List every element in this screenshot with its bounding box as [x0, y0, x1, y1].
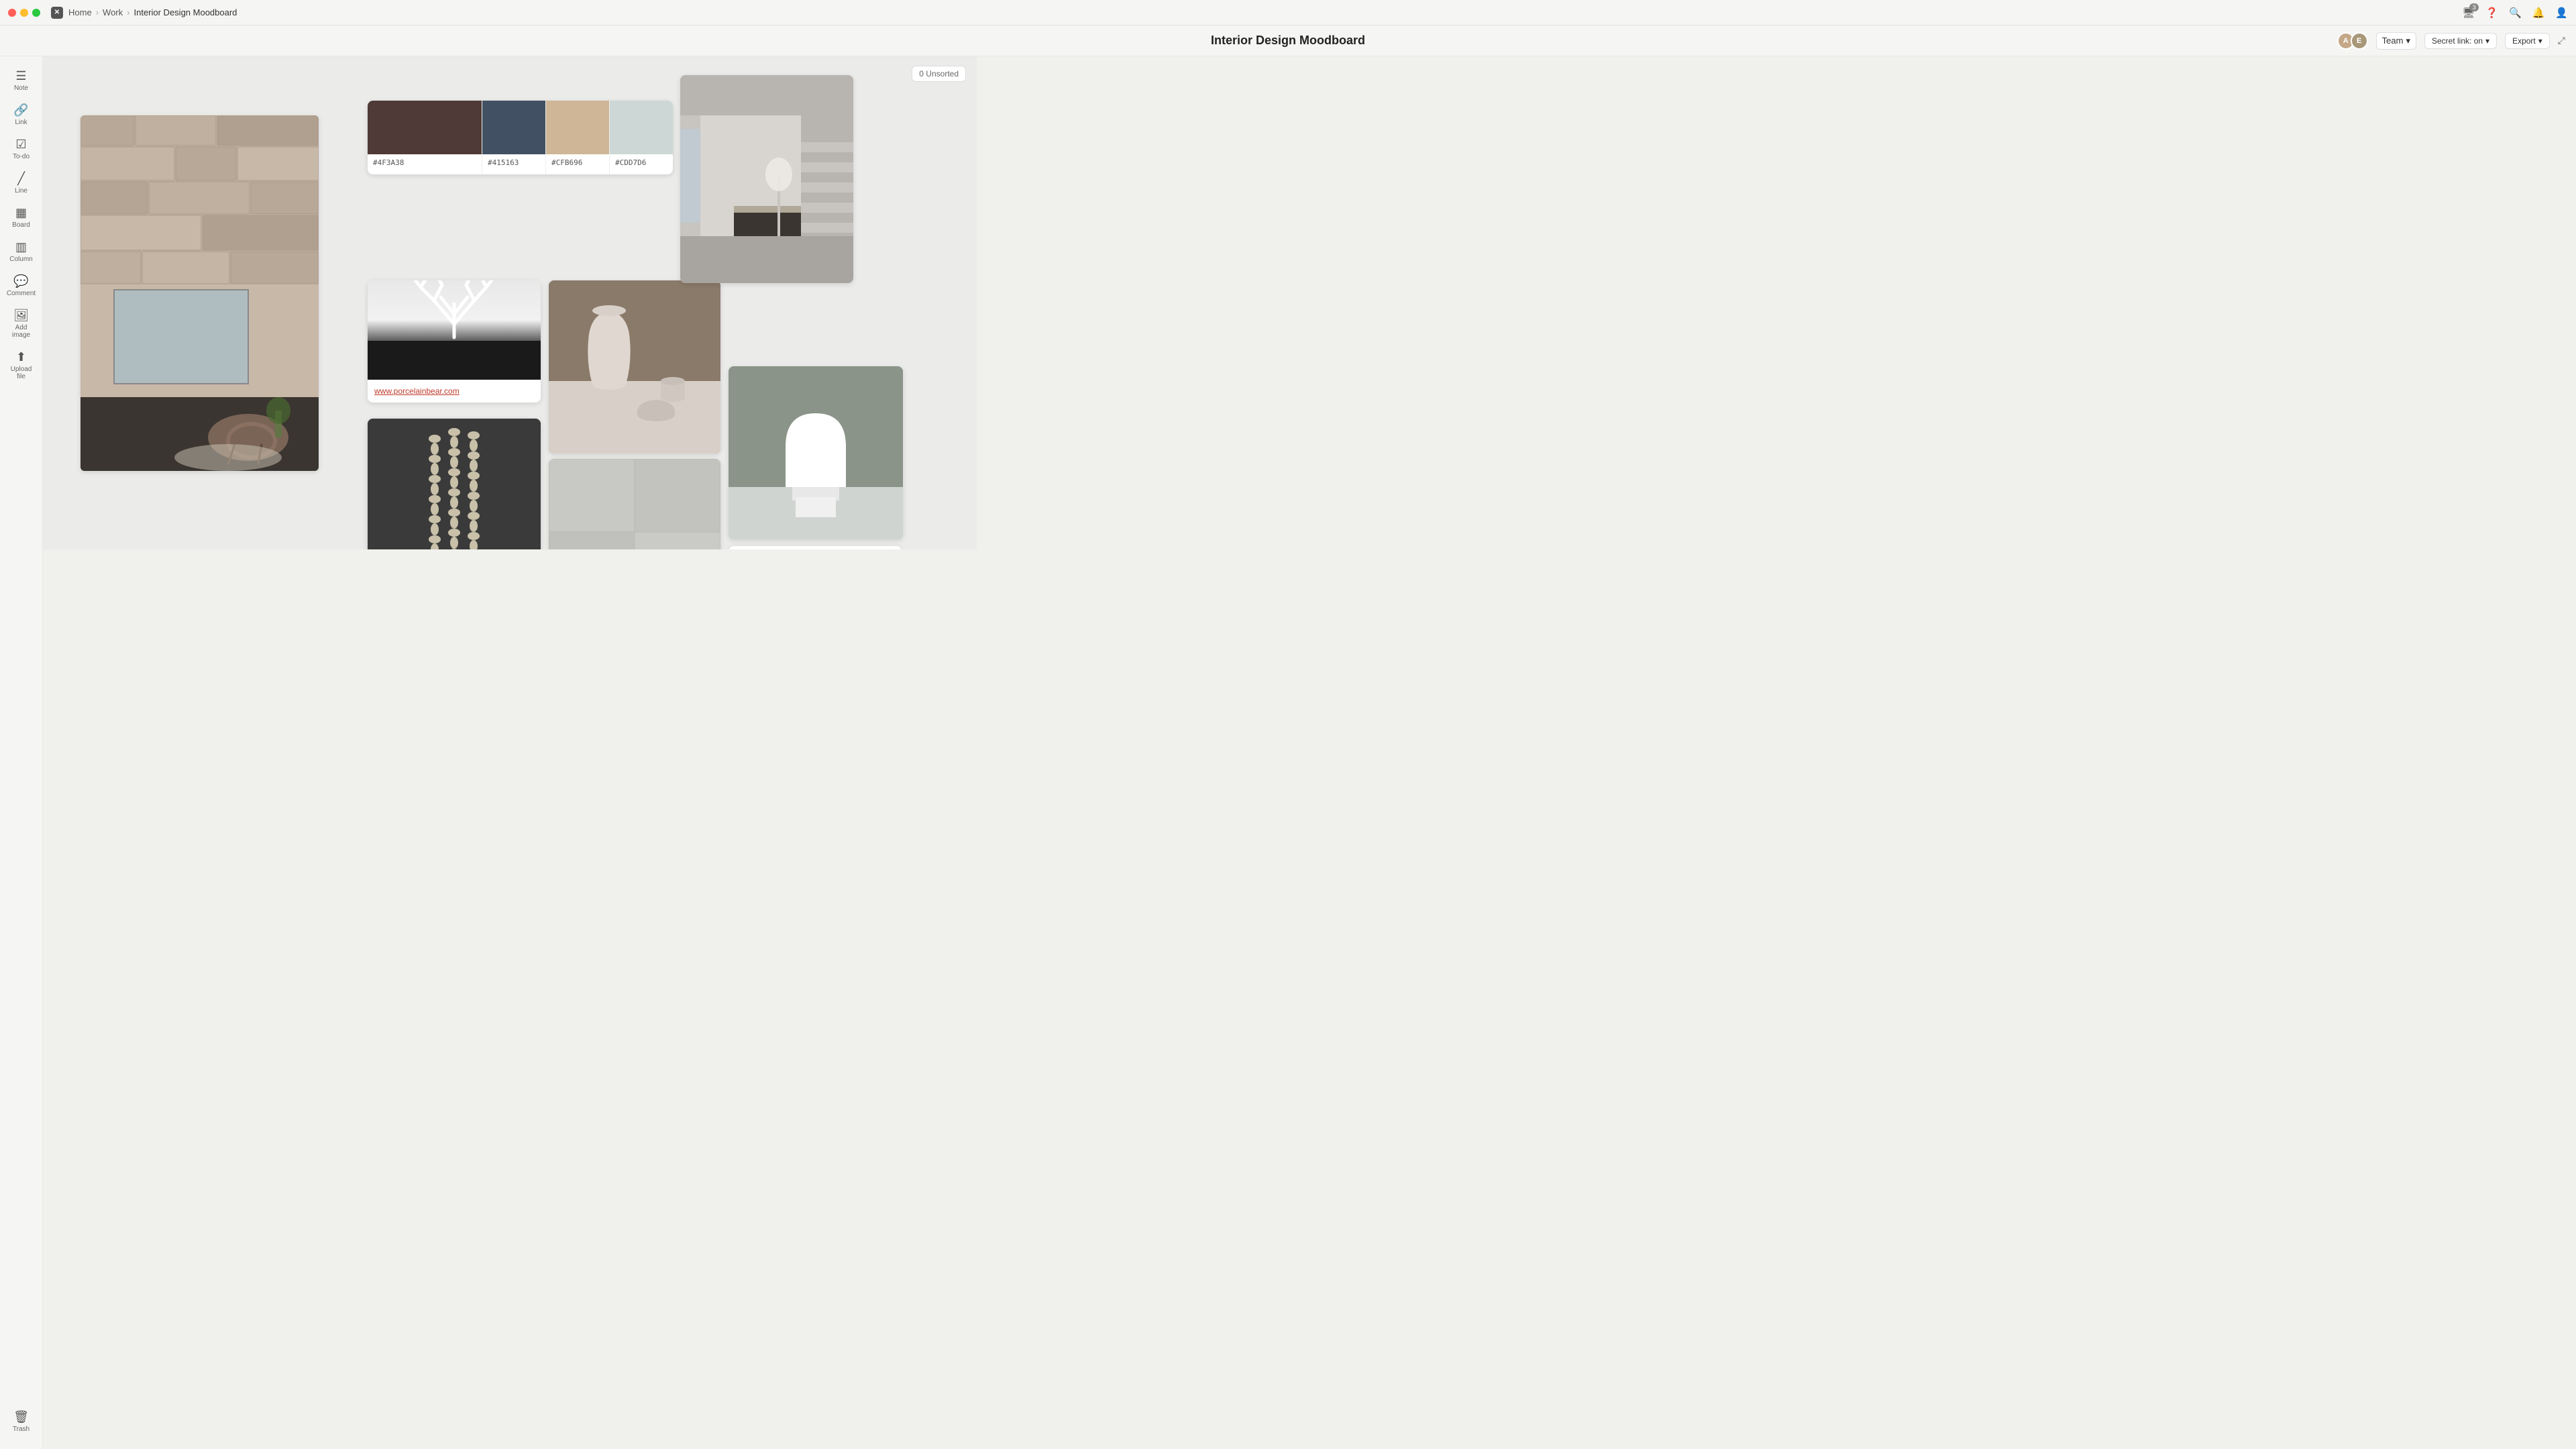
sidebar-label-link: Link	[15, 119, 27, 126]
sidebar-label-upload: Upload file	[8, 366, 35, 380]
team-label: Team	[2382, 36, 2404, 46]
swatch-label-3: #CFB696	[546, 154, 609, 171]
sidebar-label-comment: Comment	[7, 290, 36, 297]
sidebar-item-add-image[interactable]: 🖼 Add image	[4, 304, 39, 344]
comment-icon: 💬	[13, 275, 28, 287]
sidebar-label-todo: To-do	[13, 153, 30, 160]
sidebar-label-column: Column	[9, 256, 32, 263]
team-button[interactable]: Team ▾	[2376, 32, 2416, 50]
top-bar-left: ✕ Home › Work › Interior Design Moodboar…	[8, 7, 237, 19]
sidebar: ☰ Note 🔗 Link ☑ To-do ╱ Line ▦ Board ▥ C…	[0, 56, 43, 1449]
color-swatches-card[interactable]: #4F3A38 #415163 #CFB696 #CDD7D6	[368, 101, 673, 174]
monitor-icon[interactable]: 🖥 3	[2462, 7, 2475, 19]
moodboard: 0 Unsorted	[43, 56, 977, 549]
breadcrumb-sep-1: ›	[96, 7, 99, 17]
sidebar-label-line: Line	[15, 187, 28, 195]
chevron-down-icon: ▾	[2406, 36, 2410, 46]
sidebar-item-trash[interactable]: 🗑 Trash	[4, 1405, 39, 1438]
sidebar-item-board[interactable]: ▦ Board	[4, 201, 39, 234]
minimize-button[interactable]	[20, 9, 28, 17]
link-icon: 🔗	[13, 104, 28, 116]
top-bar-right: 🖥 3 ❓ 🔍 🔔 👤	[2462, 7, 2568, 19]
swatch-sage: #CDD7D6	[609, 101, 673, 174]
trash-icon: 🗑	[13, 1411, 29, 1423]
export-label: Export	[2512, 36, 2536, 46]
app-logo: ✕	[51, 7, 63, 19]
monitor-badge: 3	[2469, 3, 2479, 11]
notifications-icon[interactable]: 🔔	[2532, 7, 2545, 19]
sidebar-label-add-image: Add image	[8, 324, 35, 339]
maximize-button[interactable]	[32, 9, 40, 17]
white-lamp-image[interactable]	[729, 366, 903, 539]
todo-card[interactable]: Email the tile factory about quantities …	[729, 546, 902, 549]
line-icon: ╱	[17, 172, 25, 184]
swatch-label-4: #CDD7D6	[610, 154, 673, 171]
board-icon: ▦	[15, 207, 27, 219]
collaborator-avatars: A E	[2337, 32, 2368, 50]
swatch-tan: #CFB696	[545, 101, 609, 174]
note-icon: ☰	[15, 70, 26, 82]
breadcrumb: Home › Work › Interior Design Moodboard	[68, 7, 237, 17]
title-bar: Interior Design Moodboard A E Team ▾ Sec…	[0, 25, 2576, 56]
architecture-room-image[interactable]	[680, 75, 853, 283]
secret-link-label: Secret link: on	[2432, 36, 2483, 46]
export-button[interactable]: Export ▾	[2505, 33, 2550, 49]
page-title: Interior Design Moodboard	[1211, 34, 1365, 48]
main-image[interactable]	[80, 115, 319, 471]
sidebar-item-line[interactable]: ╱ Line	[4, 167, 39, 200]
sidebar-item-todo[interactable]: ☑ To-do	[4, 133, 39, 166]
traffic-lights	[8, 9, 40, 17]
sidebar-item-comment[interactable]: 💬 Comment	[4, 270, 39, 303]
upload-icon: ⬆	[16, 351, 26, 363]
vases-image[interactable]	[549, 280, 720, 453]
add-image-icon: 🖼	[13, 309, 29, 321]
top-bar: ✕ Home › Work › Interior Design Moodboar…	[0, 0, 2576, 25]
sidebar-label-note: Note	[14, 85, 28, 92]
sidebar-item-column[interactable]: ▥ Column	[4, 235, 39, 268]
breadcrumb-current: Interior Design Moodboard	[133, 7, 237, 17]
sidebar-label-board: Board	[12, 221, 30, 229]
breadcrumb-home[interactable]: Home	[68, 7, 92, 17]
stone-wall-image	[80, 115, 319, 471]
chain-pendant-card[interactable]	[368, 419, 541, 549]
column-icon: ▥	[15, 241, 27, 253]
sidebar-item-upload-file[interactable]: ⬆ Upload file	[4, 345, 39, 386]
unsorted-badge[interactable]: 0 Unsorted	[912, 66, 966, 82]
swatch-blue: #415163	[482, 101, 545, 174]
secret-link-button[interactable]: Secret link: on ▾	[2424, 33, 2497, 49]
coral-link[interactable]: www.porcelainbear.com	[368, 380, 541, 402]
canvas: 0 Unsorted	[43, 56, 977, 549]
avatar-2: E	[2351, 32, 2368, 50]
swatch-label-1: #4F3A38	[368, 154, 482, 171]
breadcrumb-sep-2: ›	[127, 7, 129, 17]
sidebar-item-note[interactable]: ☰ Note	[4, 64, 39, 97]
gray-tile-image[interactable]	[549, 459, 720, 549]
todo-icon: ☑	[15, 138, 26, 150]
search-icon[interactable]: 🔍	[2509, 7, 2522, 19]
profile-icon[interactable]: 👤	[2555, 7, 2568, 19]
chevron-down-icon-2: ▾	[2485, 36, 2489, 46]
help-icon[interactable]: ❓	[2485, 7, 2498, 19]
arch-placeholder	[680, 75, 853, 283]
breadcrumb-work[interactable]: Work	[103, 7, 123, 17]
sidebar-label-trash: Trash	[13, 1426, 30, 1433]
title-bar-right: A E Team ▾ Secret link: on ▾ Export ▾ ⤢	[2337, 32, 2565, 50]
close-button[interactable]	[8, 9, 16, 17]
swatch-brown: #4F3A38	[368, 101, 482, 174]
sidebar-item-link[interactable]: 🔗 Link	[4, 99, 39, 131]
chevron-down-icon-3: ▾	[2538, 36, 2542, 46]
coral-sculpture-card[interactable]: www.porcelainbear.com	[368, 280, 541, 402]
swatch-label-2: #415163	[482, 154, 545, 171]
expand-icon[interactable]: ⤢	[2558, 35, 2565, 46]
